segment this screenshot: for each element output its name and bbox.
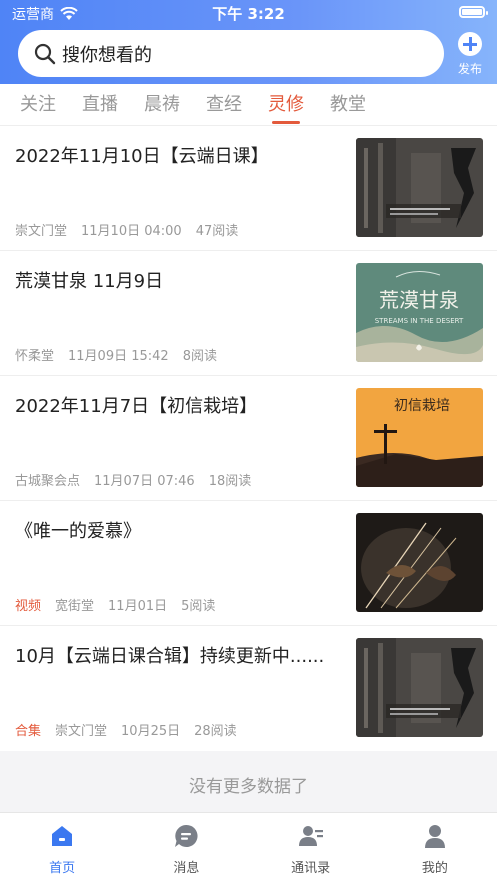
search-placeholder: 搜你想看的 xyxy=(62,44,152,66)
thumbnail-subtitle: STREAMS IN THE DESERT xyxy=(375,317,464,325)
article-meta: 古城聚会点 11月07日 07:46 18阅读 xyxy=(15,470,251,489)
tabbar-contacts[interactable]: 通讯录 xyxy=(249,813,373,883)
article-source: 古城聚会点 xyxy=(15,474,81,489)
article-meta: 视频 宽街堂 11月01日 5阅读 xyxy=(15,595,215,614)
article-meta: 崇文门堂 11月10日 04:00 47阅读 xyxy=(15,220,238,239)
tabbar-profile[interactable]: 我的 xyxy=(373,813,497,883)
article-title: 10月【云端日课合辑】持续更新中...... xyxy=(15,646,325,667)
tab-live[interactable]: 直播 xyxy=(82,84,144,126)
no-more-data-text: 没有更多数据了 xyxy=(189,777,308,797)
publish-label: 发布 xyxy=(457,62,482,76)
tab-morning-prayer[interactable]: 晨祷 xyxy=(144,84,206,126)
list-item[interactable]: 2022年11月10日【云端日课】 崇文门堂 11月10日 04:00 47阅读 xyxy=(0,126,497,251)
tab-church[interactable]: 教堂 xyxy=(330,84,392,126)
article-title: 荒漠甘泉 11月9日 xyxy=(15,271,164,292)
bottom-tab-bar: 首页 消息 通讯录 我的 xyxy=(0,812,497,883)
tab-follow[interactable]: 关注 xyxy=(20,84,82,126)
battery-icon xyxy=(459,6,488,18)
thumbnail-title: 荒漠甘泉 xyxy=(379,288,459,312)
article-source: 怀柔堂 xyxy=(15,349,55,364)
article-date: 10月25日 xyxy=(121,724,181,739)
article-tag: 合集 xyxy=(15,724,42,739)
article-title: 2022年11月7日【初信栽培】 xyxy=(15,396,258,417)
tabbar-label: 首页 xyxy=(49,861,76,876)
article-reads: 47阅读 xyxy=(195,224,239,239)
tabbar-label: 我的 xyxy=(421,861,448,876)
category-tabs: 关注 直播 晨祷 查经 灵修 教堂 xyxy=(0,84,497,126)
article-thumbnail: 初信栽培 xyxy=(356,388,483,487)
search-input[interactable]: 搜你想看的 xyxy=(18,30,444,77)
article-date: 11月09日 15:42 xyxy=(68,349,169,364)
article-reads: 8阅读 xyxy=(182,349,217,364)
search-icon xyxy=(34,43,56,64)
tab-bible-study[interactable]: 查经 xyxy=(206,84,268,126)
tabbar-home[interactable]: 首页 xyxy=(0,813,124,883)
article-date: 11月07日 07:46 xyxy=(94,474,195,489)
tabbar-label: 消息 xyxy=(173,861,200,876)
publish-button[interactable]: 发布 xyxy=(452,32,488,77)
profile-icon xyxy=(424,825,445,848)
article-source: 宽街堂 xyxy=(55,599,95,614)
article-thumbnail xyxy=(356,138,483,237)
article-tag: 视频 xyxy=(15,599,42,614)
article-title: 2022年11月10日【云端日课】 xyxy=(15,146,269,167)
contacts-icon xyxy=(298,826,323,846)
article-title: 《唯一的爱慕》 xyxy=(15,521,141,542)
list-item[interactable]: 2022年11月7日【初信栽培】 古城聚会点 11月07日 07:46 18阅读… xyxy=(0,376,497,501)
article-source: 崇文门堂 xyxy=(15,224,68,239)
article-date: 11月10日 04:00 xyxy=(81,224,182,239)
article-thumbnail xyxy=(356,513,483,612)
article-source: 崇文门堂 xyxy=(55,724,108,739)
article-list: 2022年11月10日【云端日课】 崇文门堂 11月10日 04:00 47阅读… xyxy=(0,126,497,751)
status-time: 下午 3:22 xyxy=(212,5,285,23)
home-icon xyxy=(52,826,73,846)
plus-icon xyxy=(458,32,482,56)
thumbnail-title: 初信栽培 xyxy=(394,397,450,414)
tabbar-label: 通讯录 xyxy=(291,861,331,876)
list-item[interactable]: 《唯一的爱慕》 视频 宽街堂 11月01日 5阅读 xyxy=(0,501,497,626)
article-thumbnail xyxy=(356,638,483,737)
article-meta: 怀柔堂 11月09日 15:42 8阅读 xyxy=(15,345,217,364)
list-item[interactable]: 荒漠甘泉 11月9日 怀柔堂 11月09日 15:42 8阅读 荒漠甘泉 STR… xyxy=(0,251,497,376)
article-reads: 5阅读 xyxy=(181,599,216,614)
tabbar-messages[interactable]: 消息 xyxy=(124,813,248,883)
tab-devotion[interactable]: 灵修 xyxy=(268,84,330,126)
top-header: 运营商 下午 3:22 搜你想看的 发布 xyxy=(0,0,497,84)
article-reads: 18阅读 xyxy=(208,474,252,489)
status-bar: 运营商 下午 3:22 xyxy=(0,0,497,24)
article-meta: 合集 崇文门堂 10月25日 28阅读 xyxy=(15,720,237,739)
message-icon xyxy=(175,824,198,847)
article-reads: 28阅读 xyxy=(194,724,237,739)
article-date: 11月01日 xyxy=(108,599,168,614)
article-thumbnail: 荒漠甘泉 STREAMS IN THE DESERT xyxy=(356,263,483,362)
list-item[interactable]: 10月【云端日课合辑】持续更新中...... 合集 崇文门堂 10月25日 28… xyxy=(0,626,497,751)
